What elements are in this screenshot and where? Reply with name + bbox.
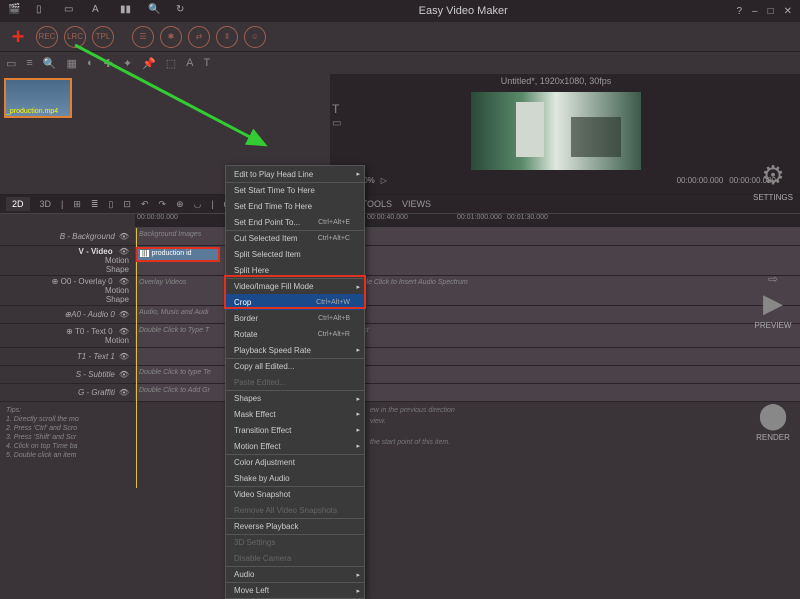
render-button[interactable]: ⬤ RENDER [756, 400, 790, 442]
lrc-button[interactable]: LRC [64, 26, 86, 48]
menu-set-end[interactable]: Set End Time To Here [226, 198, 364, 214]
menu-move-left[interactable]: Move Left▸ [226, 582, 364, 598]
menu-transition[interactable]: Transition Effect▸ [226, 422, 364, 438]
tool-link-icon[interactable]: ⇄ [188, 26, 210, 48]
tl-icon-2[interactable]: ≣ [91, 199, 99, 210]
minimize-icon[interactable]: – [752, 6, 758, 17]
track-label-video[interactable]: V - Video 👁 MotionShape [0, 246, 135, 276]
gear-icon: ⚙ [761, 160, 784, 191]
eye-icon: 👁 [119, 232, 129, 241]
tab-3d[interactable]: 3D [40, 199, 52, 209]
track-label-text1[interactable]: T1 - Text 1👁 [0, 348, 135, 366]
menu-rotate[interactable]: RotateCtrl+Alt+R [226, 326, 364, 342]
track-label-audio[interactable]: ⊕ A0 - Audio 0👁 [0, 306, 135, 324]
sub-icon-4[interactable]: ▦ [67, 57, 77, 70]
close-icon[interactable]: ✕ [784, 6, 792, 17]
track-label-overlay[interactable]: ⊕ O0 - Overlay 0 👁 MotionShape [0, 276, 135, 306]
tool-eq-icon[interactable]: ⫴ [216, 26, 238, 48]
book2-icon[interactable]: ▭ [64, 4, 78, 18]
sub-icon-7[interactable]: ✦ [123, 57, 132, 70]
search-icon[interactable]: 🔍 [148, 4, 162, 18]
tl-icon-4[interactable]: ⊡ [123, 199, 131, 210]
tool-user-icon[interactable]: ☺ [244, 26, 266, 48]
tl-icon-5[interactable]: ↶ [141, 199, 149, 210]
preview-title: Untitled*, 1920x1080, 30fps [330, 74, 782, 88]
media-thumbnail[interactable]: _production.mp4 [4, 78, 72, 118]
preview-play-icon[interactable]: ▷ [381, 176, 387, 185]
preview-button[interactable]: ⇨ ▶ PREVIEW [755, 272, 792, 330]
sub-icon-3[interactable]: 🔍 [43, 57, 57, 70]
menu-audio[interactable]: Audio▸ [226, 566, 364, 582]
play-icon: ▶ [763, 288, 783, 319]
columns-icon[interactable]: ▮▮ [120, 4, 134, 18]
menu-split-selected[interactable]: Split Selected Item [226, 246, 364, 262]
tl-icon-6[interactable]: ↷ [159, 199, 167, 210]
sub-icon-5[interactable]: ◐ [87, 57, 94, 69]
help-icon[interactable]: ? [736, 6, 742, 17]
menu-split-here[interactable]: Split Here [226, 262, 364, 278]
tl-icon-3[interactable]: ▯ [108, 199, 113, 210]
menu-disable-camera: Disable Camera [226, 550, 364, 566]
render-icon: ⬤ [758, 400, 787, 431]
track-label-text0[interactable]: ⊕ T0 - Text 0 👁Motion [0, 324, 135, 348]
menu-edit-playhead[interactable]: Edit to Play Head Line▸ [226, 166, 364, 182]
sub-icon-11[interactable]: T [203, 57, 210, 69]
video-clip[interactable]: production id [136, 247, 220, 262]
tpl-button[interactable]: TPL [92, 26, 114, 48]
text-icon[interactable]: A [92, 4, 106, 18]
menu-reverse[interactable]: Reverse Playback [226, 518, 364, 534]
tips-text: Tips: 1. Directly scroll the mo2. Press … [0, 402, 135, 465]
menu-remove-snapshots: Remove All Video Snapshots [226, 502, 364, 518]
menu-snapshot[interactable]: Video Snapshot [226, 486, 364, 502]
playhead[interactable] [136, 228, 137, 488]
menu-paste-edited: Paste Edited... [226, 374, 364, 390]
tool-list-icon[interactable]: ☰ [132, 26, 154, 48]
rec-button[interactable]: REC [36, 26, 58, 48]
app-logo-icon: 🎬 [8, 4, 22, 18]
tab-views[interactable]: VIEWS [402, 199, 431, 209]
sub-icon-8[interactable]: 📌 [142, 57, 156, 70]
menu-motion-effect[interactable]: Motion Effect▸ [226, 438, 364, 454]
refresh-icon[interactable]: ↻ [176, 4, 190, 18]
menu-copy-edited[interactable]: Copy all Edited... [226, 358, 364, 374]
sub-icon-2[interactable]: ≡ [26, 57, 32, 69]
tab-tools[interactable]: TOOLS [362, 199, 392, 209]
tl-icon-7[interactable]: ⊕ [176, 199, 184, 210]
context-menu: Edit to Play Head Line▸ Set Start Time T… [225, 165, 365, 599]
tab-2d[interactable]: 2D [6, 197, 30, 211]
sub-icon-1[interactable]: ▭ [6, 57, 16, 70]
track-label-bg[interactable]: B - Background👁 [0, 228, 135, 246]
sub-icon-9[interactable]: ⬚ [166, 57, 176, 70]
track-label-subtitle[interactable]: S - Subtitle👁 [0, 366, 135, 384]
sub-icon-6[interactable]: ✚ [104, 57, 113, 70]
menu-set-start[interactable]: Set Start Time To Here [226, 182, 364, 198]
settings-button[interactable]: ⚙ SETTINGS [753, 160, 793, 202]
menu-mask[interactable]: Mask Effect▸ [226, 406, 364, 422]
menu-crop[interactable]: CropCtrl+Alt+W [226, 294, 364, 310]
menu-set-end-point[interactable]: Set End Point To...Ctrl+Alt+E [226, 214, 364, 230]
tool-gear-icon[interactable]: ✱ [160, 26, 182, 48]
menu-shapes[interactable]: Shapes▸ [226, 390, 364, 406]
menu-speed[interactable]: Playback Speed Rate▸ [226, 342, 364, 358]
time-current: 00:00:00.000 [677, 176, 724, 185]
menu-border[interactable]: BorderCtrl+Alt+B [226, 310, 364, 326]
arrow-right-icon: ⇨ [768, 272, 778, 286]
add-button[interactable]: + [6, 24, 30, 50]
preview-panel: T ▭ Untitled*, 1920x1080, 30fps ▷◁ 100% … [330, 74, 782, 194]
menu-fill-mode[interactable]: Video/Image Fill Mode▸ [226, 278, 364, 294]
preview-video[interactable] [471, 92, 641, 170]
menu-color-adj[interactable]: Color Adjustment [226, 454, 364, 470]
tl-icon-1[interactable]: ⊞ [73, 199, 81, 210]
sub-icon-10[interactable]: A [186, 57, 193, 69]
book-icon[interactable]: ▯ [36, 4, 50, 18]
menu-3d: 3D Settings [226, 534, 364, 550]
app-title: Easy Video Maker [190, 5, 736, 17]
menu-cut[interactable]: Cut Selected ItemCtrl+Alt+C [226, 230, 364, 246]
menu-shake[interactable]: Shake by Audio [226, 470, 364, 486]
maximize-icon[interactable]: □ [768, 6, 774, 17]
tl-icon-8[interactable]: ◡ [194, 199, 202, 210]
track-label-graffiti[interactable]: G - Graffiti👁 [0, 384, 135, 402]
